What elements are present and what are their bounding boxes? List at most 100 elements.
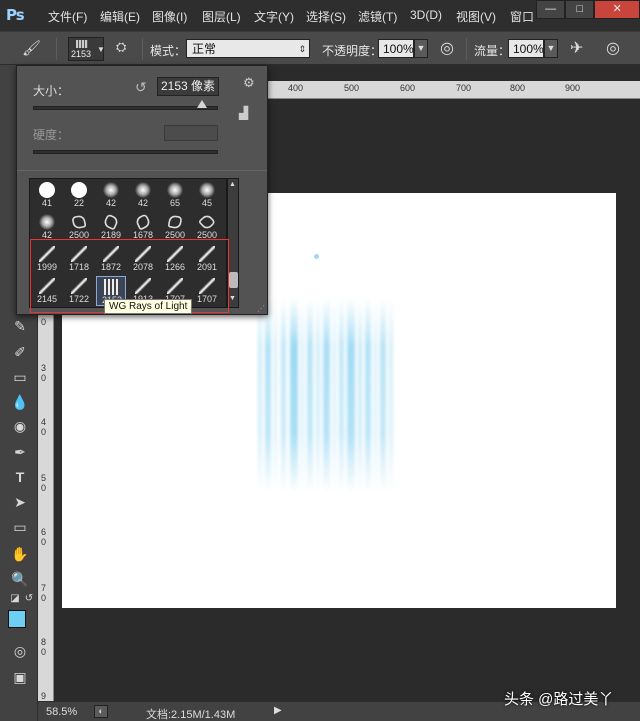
brush-preset-picker[interactable]: 2153 ▼ [68, 37, 105, 61]
play-arrow-icon[interactable]: ▶ [274, 705, 282, 716]
brush-preset-item[interactable]: 65 [160, 180, 190, 210]
ruler-label: 600 [400, 83, 416, 93]
quick-mask-icon[interactable]: ◎ [11, 642, 29, 660]
size-slider-thumb[interactable] [197, 100, 207, 108]
divider [17, 170, 267, 171]
new-preset-icon[interactable]: ▟ [239, 106, 248, 120]
ruler-label: 0 [41, 427, 47, 437]
pressure-size-icon[interactable]: ◎ [606, 38, 620, 58]
brush-preset-item[interactable]: 22 [64, 180, 94, 210]
menu-edit[interactable]: 编辑(E) [100, 8, 140, 25]
reset-size-icon[interactable]: ↺ [135, 79, 147, 96]
brush-tool-icon[interactable]: 🖌 [22, 39, 41, 57]
brush-size-label: 22 [73, 198, 84, 208]
ruler-label: 0 [41, 537, 47, 547]
maximize-button[interactable]: □ [565, 0, 595, 19]
minimize-button[interactable]: — [536, 0, 566, 19]
history-brush-icon[interactable]: ✐ [11, 343, 29, 361]
brush-preset-item[interactable]: 45 [192, 180, 222, 210]
brush-preset-item[interactable]: 2500 [160, 212, 190, 242]
brush-thumbnail-icon [71, 182, 87, 198]
mode-label: 模式： [150, 44, 187, 58]
sponge-tool-icon[interactable]: ◉ [11, 417, 29, 435]
brush-thumbnail-icon [197, 212, 217, 232]
menu-type[interactable]: 文字(Y) [254, 8, 294, 25]
document-info-icon[interactable]: ◐ [94, 705, 108, 718]
flow-dropdown-button[interactable]: ▼ [544, 39, 558, 58]
smudge-tool-icon[interactable]: ✎ [11, 317, 29, 335]
brush-preset-item[interactable]: 2189 [96, 212, 126, 242]
brush-preset-item[interactable]: 42 [32, 212, 62, 242]
menu-image[interactable]: 图像(I) [152, 8, 187, 25]
window-controls: — □ ✕ [536, 0, 640, 19]
opacity-field[interactable]: 100% [378, 39, 414, 58]
opacity-dropdown-button[interactable]: ▼ [414, 39, 428, 58]
brush-thumbnail-icon [134, 213, 152, 231]
brush-preset-item[interactable]: 1678 [128, 212, 158, 242]
hand-tool-icon[interactable]: ✋ [11, 545, 29, 563]
gear-icon[interactable]: ⚙ [243, 75, 255, 91]
rectangle-tool-icon[interactable]: ▭ [11, 518, 29, 536]
mode-select[interactable]: 正常 ⇕ [186, 39, 310, 58]
flow-label: 流量： [474, 44, 511, 58]
zoom-tool-icon[interactable]: 🔍 [11, 570, 29, 588]
scroll-down-icon[interactable]: ▼ [229, 295, 236, 302]
bars-brush-icon [76, 40, 88, 48]
hardness-field [164, 125, 218, 141]
brush-size-label: 42 [105, 198, 116, 208]
brush-preset-item[interactable]: 41 [32, 180, 62, 210]
blur-tool-icon[interactable]: 💧 [11, 393, 29, 411]
brush-preset-item[interactable]: 2500 [192, 212, 222, 242]
size-slider[interactable] [33, 106, 218, 110]
brush-size-label: 41 [41, 198, 52, 208]
swap-colors-icon[interactable]: ↺ [20, 590, 38, 608]
foreground-color-swatch[interactable] [8, 610, 26, 628]
scrollbar-thumb[interactable] [229, 272, 238, 288]
brush-size-label: 65 [169, 198, 180, 208]
brush-thumbnail-icon [167, 214, 183, 230]
pressure-opacity-icon[interactable]: ◎ [440, 38, 454, 58]
size-label: 大小： [33, 84, 70, 98]
ruler-label: 700 [456, 83, 472, 93]
scroll-up-icon[interactable]: ▲ [229, 181, 236, 188]
resize-grip-icon[interactable]: ⋰ [257, 304, 265, 313]
updown-arrow-icon: ⇕ [298, 44, 306, 54]
photoshop-logo: Ps [6, 6, 25, 24]
brush-size-label: 45 [201, 198, 212, 208]
screen-mode-icon[interactable]: ▣ [11, 668, 29, 686]
flow-field[interactable]: 100% [508, 39, 544, 58]
options-bar: 🖌 2153 ▼ ⛭ 模式： 正常 ⇕ 不透明度： 100% ▼ ◎ 流量： 1… [0, 31, 640, 65]
menu-layer[interactable]: 图层(L) [202, 8, 241, 25]
menu-file[interactable]: 文件(F) [48, 8, 87, 25]
ruler-label: 7 [41, 583, 47, 593]
brush-preset-item[interactable]: 2500 [64, 212, 94, 242]
document-size: 文档:2.15M/1.43M [146, 709, 236, 721]
brush-preset-item[interactable]: 42 [128, 180, 158, 210]
pen-tool-icon[interactable]: ✒ [11, 443, 29, 461]
ruler-label: 0 [41, 483, 47, 493]
close-button[interactable]: ✕ [594, 0, 640, 19]
toggle-brush-panel-icon[interactable]: ⛭ [116, 39, 126, 55]
separator [466, 38, 467, 60]
airbrush-icon[interactable]: ✈ [570, 38, 583, 58]
menu-window[interactable]: 窗口 [510, 8, 534, 25]
zoom-level[interactable]: 58.5% [46, 706, 77, 718]
brush-tooltip: WG Rays of Light [104, 299, 193, 314]
size-field[interactable]: 2153 像素 [157, 77, 219, 96]
ruler-label: 0 [41, 317, 47, 327]
ruler-label: 0 [41, 373, 47, 383]
ruler-label: 800 [510, 83, 526, 93]
ruler-label: 5 [41, 473, 47, 483]
menu-select[interactable]: 选择(S) [306, 8, 346, 25]
type-tool-icon[interactable]: T [11, 468, 29, 486]
brush-dot [314, 254, 319, 259]
light-rays-stroke [258, 298, 393, 493]
menu-3d[interactable]: 3D(D) [410, 8, 442, 22]
brush-preset-item[interactable]: 42 [96, 180, 126, 210]
path-select-icon[interactable]: ➤ [11, 493, 29, 511]
menu-view[interactable]: 视图(V) [456, 8, 496, 25]
brush-thumbnail-icon [167, 182, 183, 198]
menu-filter[interactable]: 滤镜(T) [358, 8, 397, 25]
ruler-label: 900 [565, 83, 581, 93]
gradient-tool-icon[interactable]: ▭ [11, 368, 29, 386]
